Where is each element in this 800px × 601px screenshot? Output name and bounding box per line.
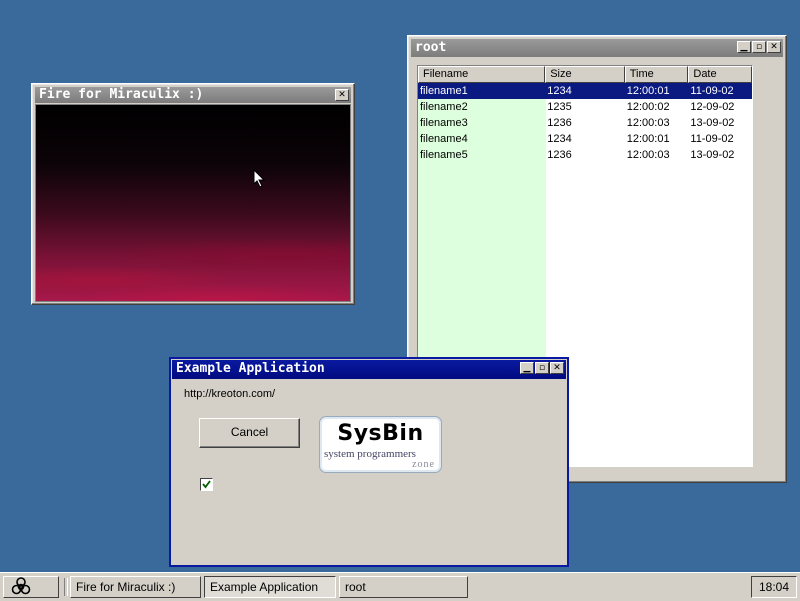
cell-size: 1236 bbox=[547, 149, 572, 161]
fire-window-titlebar[interactable]: Fire for Miraculix :) ✕ bbox=[35, 87, 351, 103]
cell-time: 12:00:01 bbox=[626, 133, 670, 145]
file-rows: filename1 1234 12:00:01 11-09-02 filenam… bbox=[418, 83, 752, 163]
checkmark-icon bbox=[202, 480, 211, 489]
cell-date: 11-09-02 bbox=[690, 85, 734, 97]
taskbar: Fire for Miraculix :) Example Applicatio… bbox=[0, 572, 800, 601]
cell-date: 13-09-02 bbox=[690, 117, 735, 129]
example-application-window: Example Application ▁ ▫ ✕ http://kreoton… bbox=[169, 357, 569, 567]
fire-window-title: Fire for Miraculix :) bbox=[39, 87, 204, 102]
cell-filename: filename2 bbox=[420, 101, 468, 113]
maximize-icon[interactable]: ▫ bbox=[535, 362, 549, 374]
cancel-button[interactable]: Cancel bbox=[199, 418, 300, 448]
close-icon[interactable]: ✕ bbox=[335, 89, 349, 101]
fire-window: Fire for Miraculix :) ✕ bbox=[31, 83, 355, 305]
url-label: http://kreoton.com/ bbox=[184, 388, 276, 400]
cell-filename: filename3 bbox=[420, 117, 468, 129]
close-icon[interactable]: ✕ bbox=[550, 362, 564, 374]
cell-time: 12:00:03 bbox=[626, 117, 670, 129]
example-checkbox[interactable] bbox=[200, 478, 213, 491]
column-header-date[interactable]: Date bbox=[688, 66, 752, 83]
clock: 18:04 bbox=[751, 576, 797, 598]
column-header-time[interactable]: Time bbox=[624, 66, 689, 83]
biohazard-icon bbox=[11, 577, 31, 595]
maximize-icon[interactable]: ▫ bbox=[752, 41, 766, 53]
taskbar-separator bbox=[64, 578, 68, 596]
sysbin-logo[interactable]: SysBin system programmers zone bbox=[319, 416, 442, 473]
cell-date: 13-09-02 bbox=[690, 149, 735, 161]
taskbar-item-example-application[interactable]: Example Application bbox=[204, 576, 336, 598]
logo-zone-text: zone bbox=[412, 459, 435, 470]
cell-filename: filename5 bbox=[420, 149, 468, 161]
fire-animation-canvas[interactable] bbox=[35, 104, 351, 302]
root-window-titlebar[interactable]: root ▁ ▫ ✕ bbox=[411, 39, 783, 57]
logo-sub-text: system programmers bbox=[324, 448, 416, 460]
cell-size: 1236 bbox=[547, 117, 572, 129]
cell-time: 12:00:03 bbox=[626, 149, 670, 161]
cell-time: 12:00:01 bbox=[626, 85, 670, 97]
cell-date: 12-09-02 bbox=[690, 101, 735, 113]
table-row[interactable]: filename1 1234 12:00:01 11-09-02 bbox=[418, 83, 752, 99]
start-button[interactable] bbox=[3, 576, 59, 598]
table-row[interactable]: filename5 1236 12:00:03 13-09-02 bbox=[418, 147, 752, 163]
minimize-icon[interactable]: ▁ bbox=[520, 362, 534, 374]
column-header-size[interactable]: Size bbox=[545, 66, 625, 83]
minimize-icon[interactable]: ▁ bbox=[737, 41, 751, 53]
root-window-title: root bbox=[415, 40, 447, 55]
logo-main-text: SysBin bbox=[337, 421, 424, 446]
taskbar-item-root[interactable]: root bbox=[339, 576, 468, 598]
cell-size: 1235 bbox=[547, 101, 572, 113]
cell-size: 1234 bbox=[547, 133, 572, 145]
example-window-titlebar[interactable]: Example Application ▁ ▫ ✕ bbox=[172, 360, 566, 379]
file-list-header: Filename Size Time Date bbox=[418, 66, 752, 83]
close-icon[interactable]: ✕ bbox=[767, 41, 781, 53]
cell-size: 1234 bbox=[547, 85, 572, 97]
example-window-title: Example Application bbox=[176, 361, 325, 376]
table-row[interactable]: filename3 1236 12:00:03 13-09-02 bbox=[418, 115, 752, 131]
taskbar-item-fire[interactable]: Fire for Miraculix :) bbox=[70, 576, 201, 598]
cell-date: 11-09-02 bbox=[690, 133, 734, 145]
mouse-cursor-icon bbox=[253, 169, 266, 188]
table-row[interactable]: filename4 1234 12:00:01 11-09-02 bbox=[418, 131, 752, 147]
cell-filename: filename4 bbox=[420, 133, 468, 145]
column-header-filename[interactable]: Filename bbox=[418, 66, 546, 83]
cell-filename: filename1 bbox=[420, 85, 468, 97]
cell-time: 12:00:02 bbox=[626, 101, 670, 113]
table-row[interactable]: filename2 1235 12:00:02 12-09-02 bbox=[418, 99, 752, 115]
